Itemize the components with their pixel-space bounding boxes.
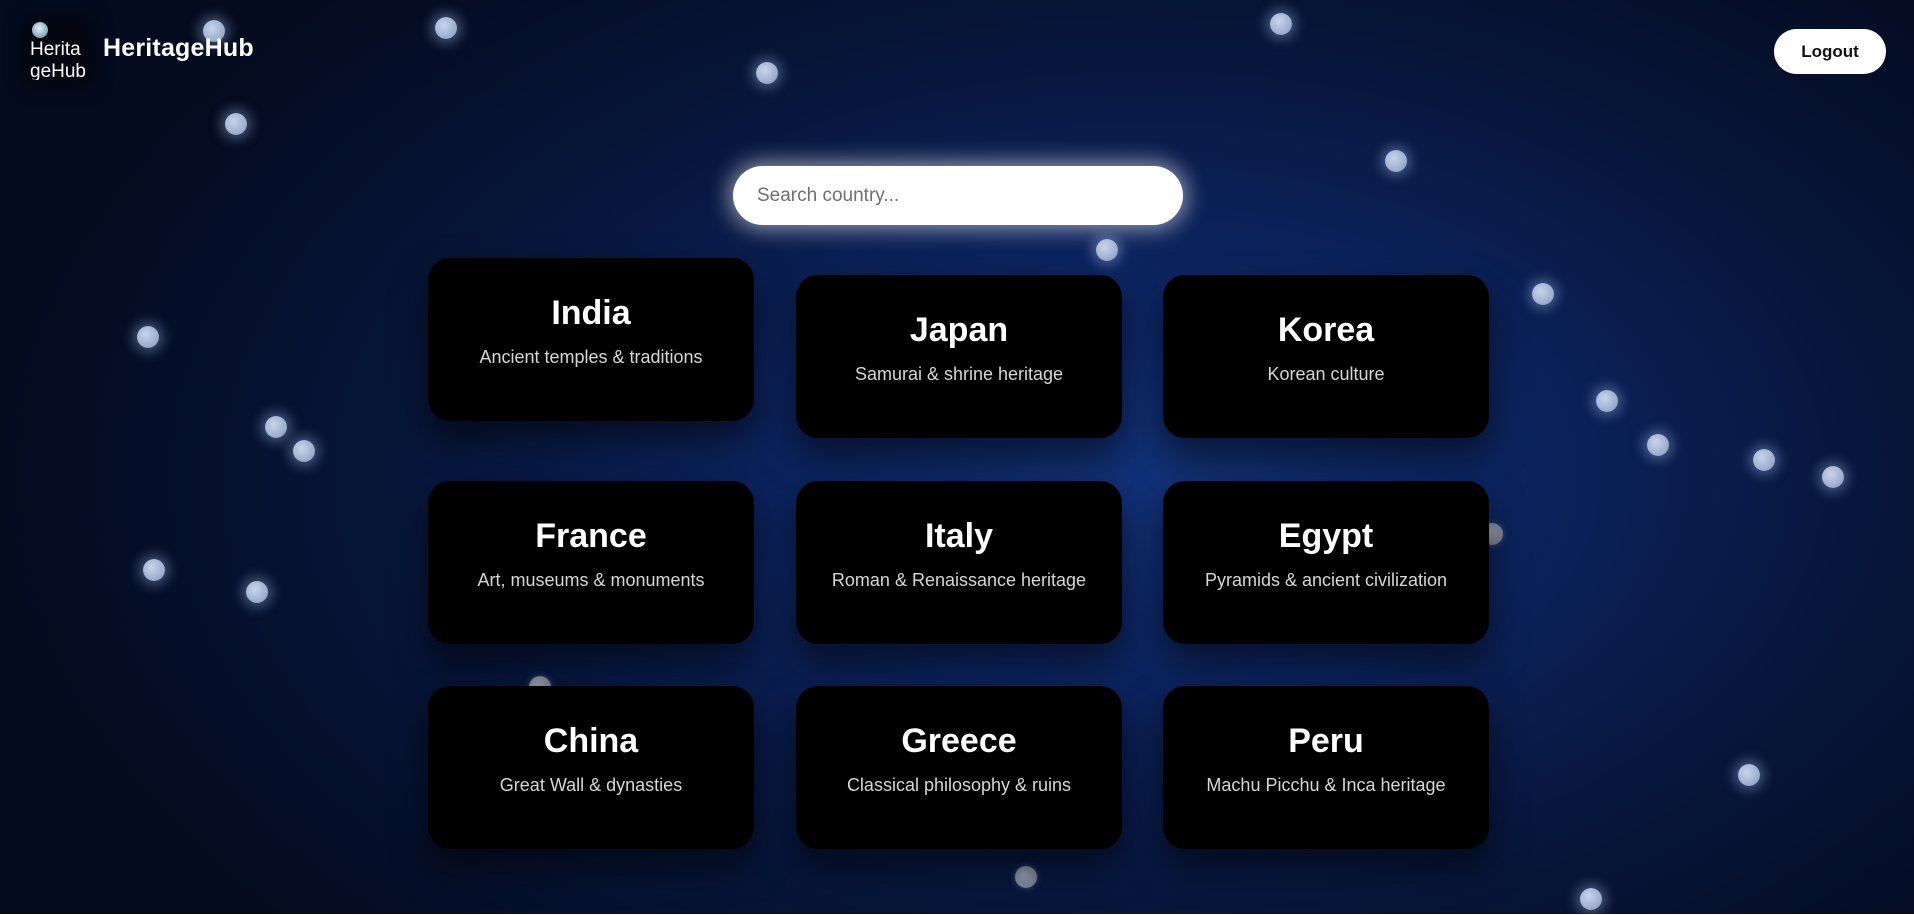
card-title: Egypt — [1278, 517, 1374, 555]
header: HeritageHub Logo HeritageHub Logout — [0, 0, 1914, 100]
search-box — [733, 166, 1183, 225]
floating-orb — [293, 440, 315, 462]
floating-orb — [265, 416, 287, 438]
card-title: Japan — [909, 311, 1009, 349]
floating-orb — [246, 581, 268, 603]
country-card-greece[interactable]: Greece Classical philosophy & ruins — [796, 686, 1122, 849]
floating-orb — [1753, 449, 1775, 471]
search-input[interactable] — [757, 166, 1157, 225]
floating-orb — [1822, 466, 1844, 488]
card-description: Great Wall & dynasties — [499, 775, 683, 795]
card-title: Korea — [1277, 311, 1375, 349]
card-description: Art, museums & monuments — [477, 570, 705, 590]
card-description: Samurai & shrine heritage — [854, 364, 1064, 384]
floating-orb — [1596, 390, 1618, 412]
card-description: Classical philosophy & ruins — [846, 775, 1072, 795]
logo-alt-text: HeritageHub Logo — [30, 39, 86, 80]
country-card-japan[interactable]: Japan Samurai & shrine heritage — [796, 275, 1122, 438]
floating-orb — [1532, 283, 1554, 305]
card-title: India — [551, 294, 631, 332]
logout-button[interactable]: Logout — [1774, 29, 1886, 74]
country-card-france[interactable]: France Art, museums & monuments — [428, 481, 754, 644]
country-card-korea[interactable]: Korea Korean culture — [1163, 275, 1489, 438]
card-description: Machu Picchu & Inca heritage — [1206, 775, 1446, 795]
floating-orb — [1385, 150, 1407, 172]
country-card-india[interactable]: India Ancient temples & traditions — [428, 258, 754, 421]
card-title: China — [543, 722, 639, 760]
floating-orb — [1015, 866, 1037, 888]
country-card-italy[interactable]: Italy Roman & Renaissance heritage — [796, 481, 1122, 644]
floating-orb — [143, 559, 165, 581]
floating-orb — [1738, 764, 1760, 786]
logo[interactable]: HeritageHub Logo — [30, 22, 88, 80]
brand-name: HeritageHub — [103, 34, 254, 62]
country-card-china[interactable]: China Great Wall & dynasties — [428, 686, 754, 849]
card-description: Korean culture — [1267, 364, 1385, 384]
card-title: Greece — [901, 722, 1017, 760]
floating-orb — [1647, 434, 1669, 456]
card-title: France — [535, 517, 647, 555]
card-description: Ancient temples & traditions — [479, 347, 703, 367]
floating-orb — [1580, 888, 1602, 910]
page-background: HeritageHub Logo HeritageHub Logout Indi… — [0, 0, 1914, 915]
floating-orb — [1096, 239, 1118, 261]
country-card-peru[interactable]: Peru Machu Picchu & Inca heritage — [1163, 686, 1489, 849]
floating-orb — [137, 326, 159, 348]
card-description: Roman & Renaissance heritage — [831, 570, 1087, 590]
card-description: Pyramids & ancient civilization — [1204, 570, 1448, 590]
card-title: Peru — [1288, 722, 1364, 760]
country-card-egypt[interactable]: Egypt Pyramids & ancient civilization — [1163, 481, 1489, 644]
floating-orb — [225, 113, 247, 135]
broken-image-icon — [32, 22, 48, 38]
card-title: Italy — [924, 517, 994, 555]
